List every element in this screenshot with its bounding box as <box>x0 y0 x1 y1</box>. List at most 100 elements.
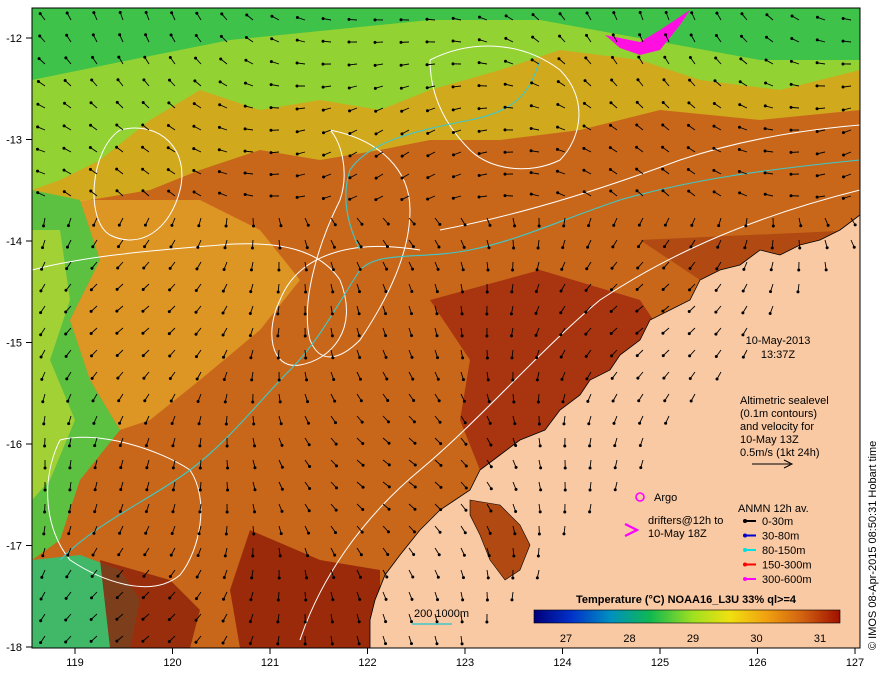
velocity-arrow-head <box>511 576 515 580</box>
velocity-arrow-head <box>249 268 253 272</box>
velocity-arrow-head <box>321 108 325 112</box>
velocity-arrow-head <box>89 189 93 193</box>
velocity-arrow-head <box>222 597 226 601</box>
velocity-arrow-head <box>410 355 414 359</box>
velocity-arrow-head <box>217 125 221 129</box>
anmn-legend-dot <box>743 519 747 523</box>
velocity-arrow-head <box>582 190 586 194</box>
velocity-arrow-head <box>304 598 308 602</box>
velocity-arrow-head <box>217 170 221 174</box>
velocity-arrow-head <box>221 641 225 645</box>
velocity-arrow-head <box>141 639 145 643</box>
velocity-arrow-head <box>89 639 93 643</box>
velocity-arrow-head <box>461 598 465 602</box>
velocity-arrow-head <box>435 312 439 316</box>
velocity-arrow-head <box>141 354 145 358</box>
velocity-arrow-head <box>559 311 563 315</box>
velocity-arrow-head <box>361 463 365 467</box>
velocity-arrow-head <box>737 125 741 129</box>
velocity-arrow-head <box>488 531 492 535</box>
velocity-arrow-head <box>142 78 146 82</box>
velocity-arrow-head <box>331 268 335 272</box>
velocity-arrow-head <box>451 62 455 66</box>
velocity-arrow-head <box>195 267 199 271</box>
velocity-arrow-head <box>115 617 119 621</box>
velocity-arrow-head <box>357 334 361 338</box>
velocity-arrow-head <box>815 152 819 156</box>
velocity-arrow-head <box>196 553 200 557</box>
velocity-arrow-head <box>712 190 716 194</box>
velocity-arrow-head <box>249 290 253 294</box>
velocity-arrow-head <box>269 128 273 132</box>
velocity-arrow-head <box>714 354 718 358</box>
velocity-arrow-head <box>91 55 95 59</box>
lon-tick-label: 122 <box>358 657 376 669</box>
velocity-arrow-head <box>562 422 566 426</box>
velocity-arrow-head <box>170 223 174 227</box>
velocity-arrow-head <box>559 355 563 359</box>
velocity-arrow-head <box>143 55 147 59</box>
velocity-arrow-head <box>436 267 440 271</box>
velocity-arrow-head <box>635 100 639 104</box>
velocity-arrow-head <box>510 598 514 602</box>
velocity-arrow-head <box>93 488 97 492</box>
velocity-arrow-head <box>360 420 364 424</box>
velocity-arrow-head <box>461 356 465 360</box>
velocity-arrow-head <box>461 576 465 580</box>
velocity-arrow-head <box>170 421 174 425</box>
velocity-arrow-head <box>168 377 172 381</box>
velocity-arrow-head <box>463 421 467 425</box>
velocity-arrow-head <box>485 620 489 624</box>
velocity-arrow-head <box>504 14 508 18</box>
anmn-legend-dot <box>743 533 747 538</box>
velocity-arrow-head <box>62 168 66 172</box>
velocity-arrow-head <box>306 554 310 558</box>
velocity-arrow-head <box>119 488 123 492</box>
velocity-arrow-head <box>815 195 819 199</box>
velocity-arrow-head <box>411 267 415 271</box>
velocity-arrow-head <box>91 33 95 37</box>
velocity-arrow-head <box>530 58 534 62</box>
velocity-arrow-head <box>169 245 173 249</box>
velocity-arrow-head <box>167 618 171 622</box>
velocity-arrow-head <box>115 189 119 193</box>
longitude-axis: 119 120 121 122 123 124 125 126 127 <box>66 648 864 669</box>
velocity-arrow-head <box>63 101 67 105</box>
velocity-arrow-head <box>334 531 338 535</box>
velocity-arrow-head <box>65 245 69 249</box>
velocity-arrow-head <box>410 334 414 338</box>
velocity-arrow-head <box>556 102 560 106</box>
velocity-arrow-head <box>503 59 507 63</box>
velocity-arrow-head <box>295 107 299 111</box>
velocity-arrow-head <box>582 101 586 105</box>
velocity-arrow-head <box>637 55 641 59</box>
velocity-arrow-head <box>512 246 516 250</box>
velocity-arrow-head <box>537 224 541 228</box>
velocity-arrow-head <box>686 146 690 150</box>
velocity-arrow-head <box>536 400 540 404</box>
velocity-arrow-head <box>197 532 201 536</box>
velocity-arrow-head <box>385 267 389 271</box>
velocity-arrow-head <box>192 168 196 172</box>
velocity-arrow-head <box>460 334 464 338</box>
velocity-arrow-head <box>742 267 746 271</box>
velocity-arrow-head <box>196 399 200 403</box>
velocity-arrow-head <box>65 575 69 579</box>
velocity-arrow-head <box>488 223 492 227</box>
velocity-arrow-head <box>276 312 280 316</box>
velocity-arrow-head <box>485 312 489 316</box>
velocity-arrow-head <box>639 466 643 470</box>
velocity-arrow-head <box>192 147 196 151</box>
anmn-legend-label: 300-600m <box>762 574 812 586</box>
velocity-arrow-head <box>638 11 642 15</box>
anmn-legend-label: 30-80m <box>762 531 799 543</box>
velocity-arrow-head <box>39 355 43 359</box>
velocity-arrow-head <box>410 620 414 624</box>
velocity-arrow-head <box>307 509 311 513</box>
velocity-arrow-head <box>426 197 430 201</box>
velocity-arrow-head <box>144 531 148 535</box>
velocity-arrow-head <box>610 266 614 270</box>
velocity-arrow-head <box>303 620 307 624</box>
velocity-arrow-head <box>399 40 403 44</box>
velocity-arrow-head <box>278 400 282 404</box>
